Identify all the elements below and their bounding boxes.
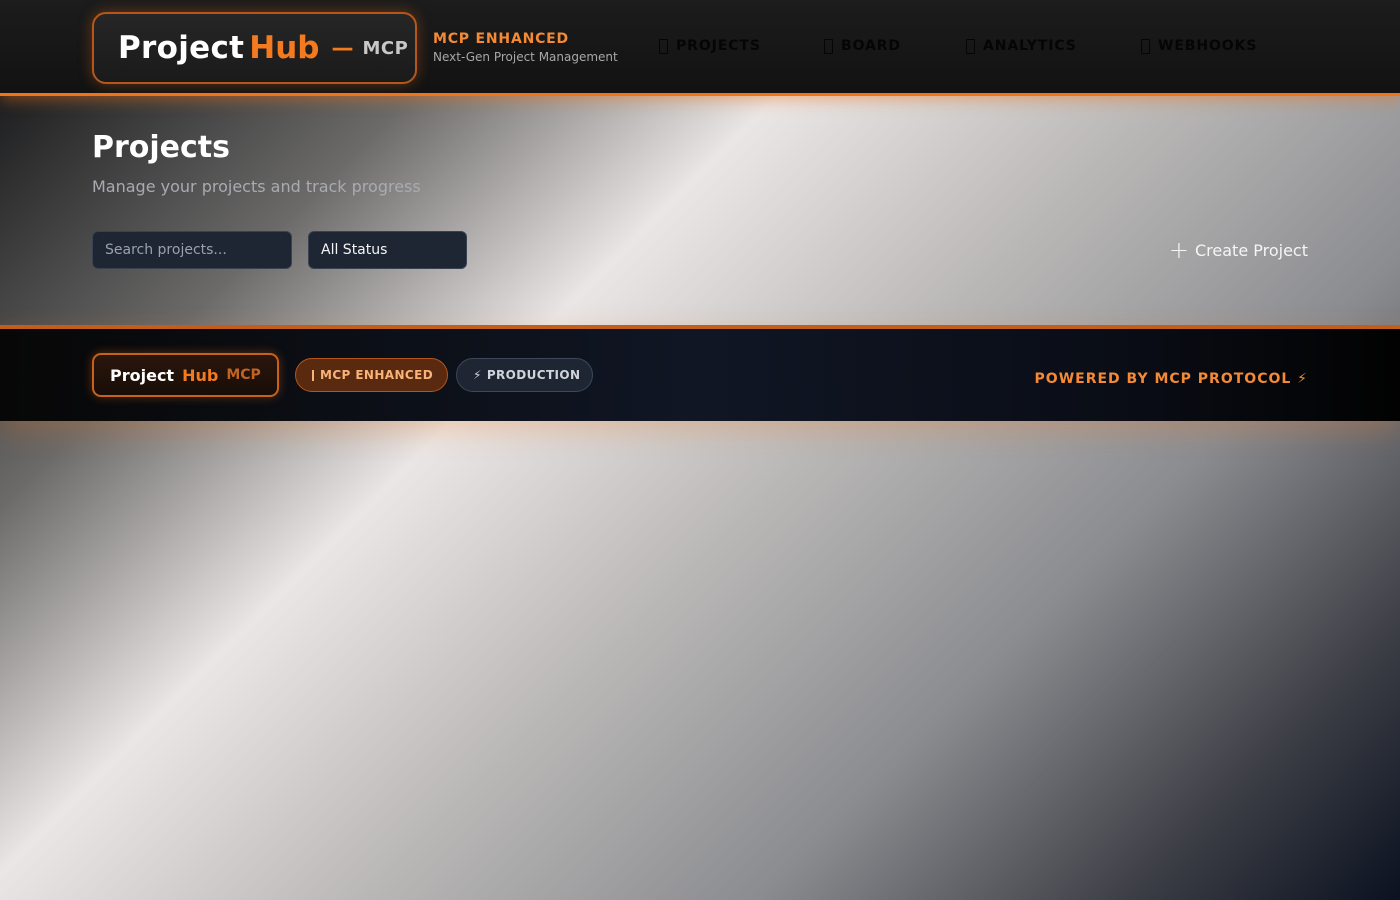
page-subtitle: Manage your projects and track progress	[92, 177, 421, 196]
production-badge: ⚡ PRODUCTION	[456, 358, 593, 392]
app-logo[interactable]: Project Hub — MCP	[92, 12, 417, 84]
production-badge-label: PRODUCTION	[486, 368, 581, 382]
plus-icon: +	[1168, 236, 1189, 264]
status-filter-value: All Status	[321, 242, 388, 258]
nav-analytics-label: ANALYTICS	[983, 38, 1077, 54]
logo-hub-text: Hub	[249, 30, 320, 66]
brand-block: MCP ENHANCED Next-Gen Project Management	[433, 31, 618, 64]
brand-title: MCP ENHANCED	[433, 31, 569, 47]
status-filter-select[interactable]: All Status	[308, 231, 467, 269]
nav-webhooks-label: WEBHOOKS	[1158, 38, 1258, 54]
logo-dash: —	[331, 35, 354, 61]
search-input[interactable]	[92, 231, 292, 269]
footer-logo-project: Project	[110, 365, 175, 385]
footer: Project Hub MCP MCP ENHANCED ⚡ PRODUCTIO…	[0, 325, 1400, 421]
logo-mcp-text: MCP	[362, 37, 409, 59]
page-title: Projects	[92, 130, 231, 165]
box-icon	[312, 369, 314, 381]
nav-webhooks[interactable]: WEBHOOKS	[1141, 38, 1257, 54]
nav-analytics[interactable]: ANALYTICS	[966, 38, 1077, 54]
mcp-enhanced-badge: MCP ENHANCED	[295, 358, 448, 392]
footer-logo-mcp: MCP	[226, 367, 261, 383]
folder-icon	[659, 38, 668, 54]
footer-logo[interactable]: Project Hub MCP	[92, 353, 279, 397]
create-project-label: Create Project	[1195, 240, 1308, 260]
lightning-icon: ⚡	[473, 368, 482, 382]
chart-icon	[966, 38, 975, 54]
logo-project-text: Project	[118, 30, 245, 66]
top-header: Project Hub — MCP MCP ENHANCED Next-Gen …	[0, 0, 1400, 96]
nav-board-label: BOARD	[841, 38, 901, 54]
footer-logo-hub: Hub	[182, 365, 219, 385]
powered-by-text: POWERED BY MCP PROTOCOL ⚡	[1034, 371, 1308, 387]
mcp-enhanced-badge-label: MCP ENHANCED	[320, 368, 434, 382]
nav-projects[interactable]: PROJECTS	[659, 38, 761, 54]
board-icon	[824, 38, 833, 54]
nav-board[interactable]: BOARD	[824, 38, 901, 54]
brand-subtitle: Next-Gen Project Management	[433, 50, 618, 64]
webhook-icon	[1141, 38, 1150, 54]
create-project-button[interactable]: + Create Project	[1169, 236, 1308, 264]
nav-projects-label: PROJECTS	[676, 38, 761, 54]
